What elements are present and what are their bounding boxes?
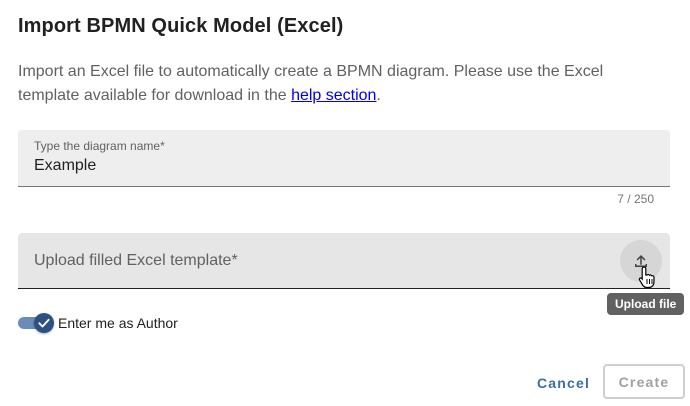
dialog-description: Import an Excel file to automatically cr… — [18, 60, 658, 108]
check-icon — [38, 318, 50, 328]
upload-template-field[interactable]: Upload filled Excel template* — [18, 233, 670, 289]
author-toggle[interactable] — [18, 313, 54, 333]
description-end: . — [376, 87, 381, 104]
diagram-name-field[interactable]: Type the diagram name* — [18, 130, 670, 187]
diagram-name-input[interactable] — [34, 157, 594, 175]
pointer-cursor-icon — [638, 266, 655, 289]
create-button[interactable]: Create — [603, 364, 685, 399]
author-toggle-label: Enter me as Author — [58, 315, 178, 331]
help-section-link[interactable]: help section — [291, 87, 376, 104]
character-counter: 7 / 250 — [617, 192, 654, 206]
cancel-button[interactable]: Cancel — [526, 366, 601, 400]
dialog-title: Import BPMN Quick Model (Excel) — [18, 15, 344, 37]
toggle-thumb — [34, 313, 54, 333]
upload-template-placeholder: Upload filled Excel template* — [34, 252, 238, 269]
author-toggle-row: Enter me as Author — [18, 312, 178, 334]
diagram-name-label: Type the diagram name* — [34, 139, 165, 153]
upload-file-tooltip: Upload file — [607, 293, 685, 315]
